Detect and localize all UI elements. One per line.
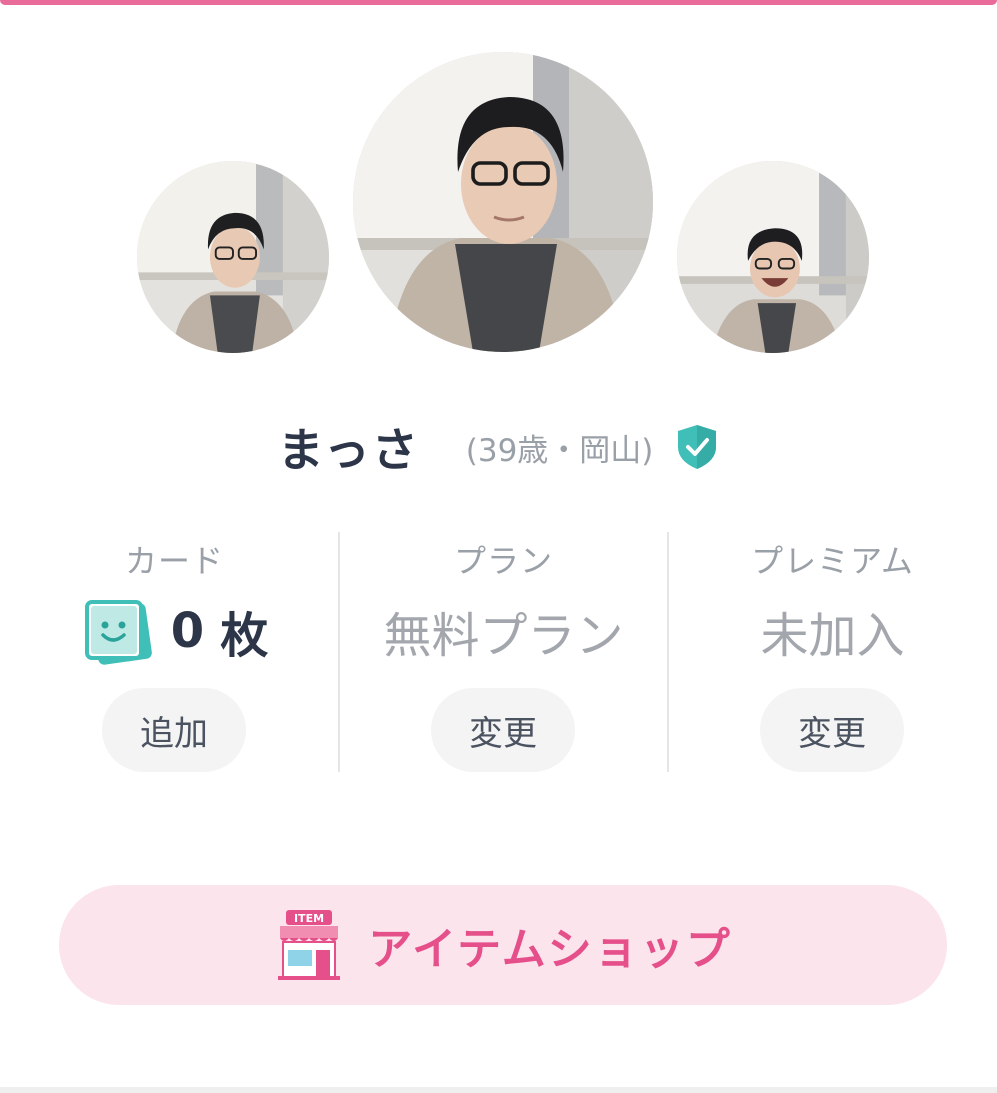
change-plan-button[interactable]: 変更 <box>431 688 575 772</box>
card-count-row: 0 枚 <box>10 598 339 665</box>
user-name: まっさ <box>277 423 420 477</box>
plan-value: 無料プラン <box>383 608 624 664</box>
photo-right-image <box>677 161 869 353</box>
profile-name-row: まっさ (39歳・岡山) <box>0 412 997 482</box>
card-unit: 枚 <box>220 608 269 664</box>
photo-center-image <box>353 52 653 352</box>
card-stat: カード 0 枚 追加 <box>10 528 339 772</box>
profile-photo-1[interactable] <box>137 161 329 353</box>
change-premium-button[interactable]: 変更 <box>760 688 904 772</box>
item-shop-button[interactable]: ITEM アイテムショップ <box>59 885 947 1005</box>
profile-photo-2[interactable] <box>353 52 653 352</box>
premium-label: プレミアム <box>751 542 914 580</box>
add-card-button[interactable]: 追加 <box>102 688 246 772</box>
plan-stat: プラン 無料プラン 変更 <box>339 528 668 772</box>
premium-value: 未加入 <box>760 608 905 664</box>
user-age-location: (39歳・岡山) <box>465 432 654 469</box>
shield-check-icon <box>675 423 719 471</box>
top-accent-bar <box>0 0 997 5</box>
item-shop-icon: ITEM <box>278 910 341 980</box>
stats-panel: カード 0 枚 追加 プラン 無料プラン 変更 プレミアム 未加入 変更 <box>10 528 997 772</box>
card-label: カード <box>124 542 224 580</box>
card-face-icon <box>84 600 152 665</box>
photo-left-image <box>137 161 329 353</box>
item-shop-label: アイテムショップ <box>368 924 732 975</box>
bottom-divider <box>0 1087 997 1093</box>
premium-stat: プレミアム 未加入 変更 <box>668 528 997 772</box>
shop-sign-text: ITEM <box>294 912 324 925</box>
card-count: 0 <box>170 603 205 659</box>
plan-label: プラン <box>453 542 553 580</box>
profile-photo-3[interactable] <box>677 161 869 353</box>
